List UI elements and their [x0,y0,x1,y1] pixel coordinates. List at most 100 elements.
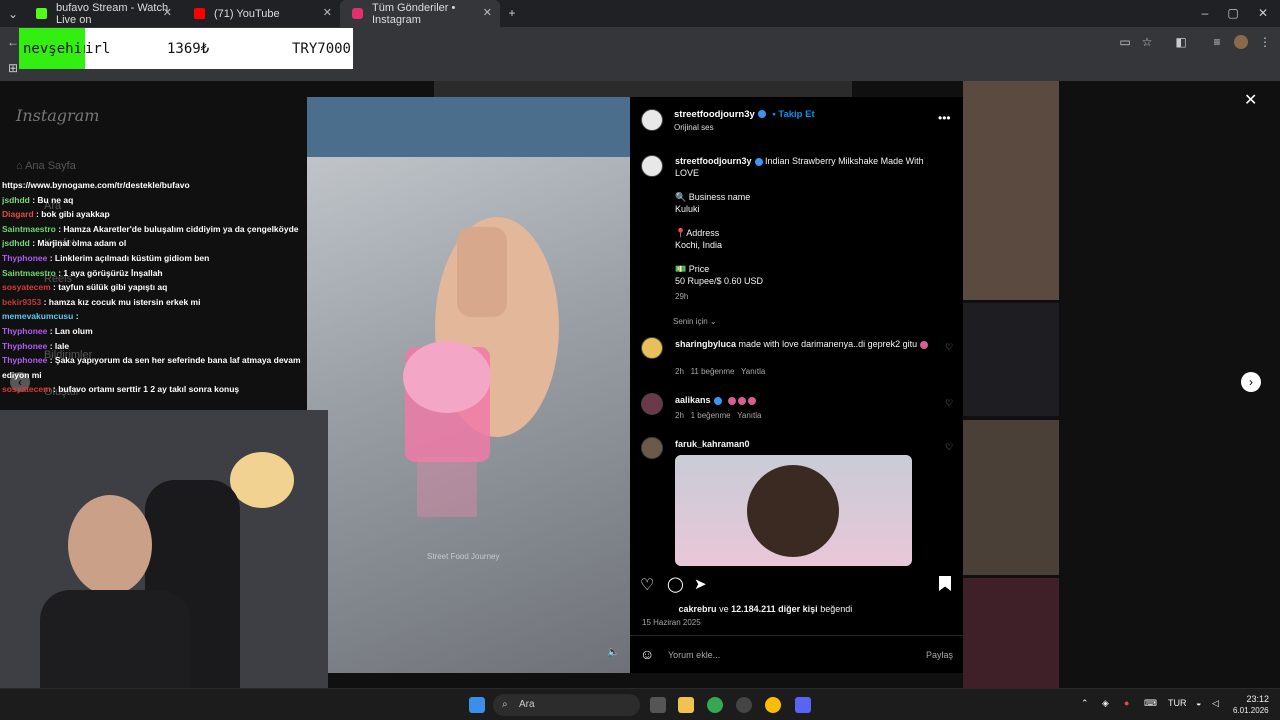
tab-list-icon[interactable]: ⌄ [6,7,20,21]
comment-avatar[interactable] [641,437,663,459]
comment-like-icon[interactable]: ♡ [945,398,953,409]
keyboard-icon[interactable]: ⌨ [1144,698,1157,709]
menu-icon[interactable]: ⋮ [1258,35,1272,49]
comment-icon[interactable]: ◯ [667,575,684,593]
language-indicator[interactable]: TUR [1168,698,1187,708]
obs-icon[interactable] [736,697,752,713]
stream-chat: https://www.bynogame.com/tr/destekle/buf… [2,178,302,397]
backdrop-thumbnail [963,420,1059,575]
file-explorer-icon[interactable] [678,697,694,713]
youtube-favicon-icon [194,8,205,19]
follow-button[interactable]: • Takip Et [772,109,814,120]
close-tab-icon[interactable]: ✕ [323,6,332,19]
tab-youtube[interactable]: (71) YouTube ✕ [182,0,340,27]
reading-list-icon[interactable]: ≡ [1210,35,1224,49]
close-icon[interactable]: ✕ [1244,90,1257,110]
minimize-icon[interactable]: – [1198,6,1212,20]
chat-username[interactable]: bekir9353 [2,297,41,307]
chat-username[interactable]: Diagard [2,209,34,219]
caption-avatar[interactable] [641,155,663,177]
like-icon[interactable]: ♡ [640,575,654,595]
mute-icon[interactable]: 🔈 [607,647,619,658]
business-label: 🔍 Business name [675,192,751,202]
next-post-button[interactable]: › [1241,372,1261,392]
chat-text: lale [54,340,70,351]
post-author[interactable]: streetfoodjourn3y • Takip Et [674,109,815,120]
chrome-icon[interactable] [765,697,781,713]
video-watermark: Street Food Journey [427,552,500,561]
chat-separator: : [41,296,49,307]
chat-separator: : [73,311,79,322]
profile-avatar[interactable] [1234,35,1248,49]
more-options-icon[interactable]: ••• [938,111,951,125]
chat-username[interactable]: Thyphonee [2,355,47,365]
chat-username[interactable]: Saintmaestro [2,268,56,278]
close-tab-icon[interactable]: ✕ [483,6,492,19]
chat-message: memevakumcusu : [2,309,302,324]
tab-label: bufavo Stream - Watch Live on [56,1,169,26]
chat-username[interactable]: Saintmaestro [2,224,56,234]
apps-grid-icon[interactable]: ⊞ [6,61,20,75]
task-view-icon[interactable] [650,697,666,713]
clock-time[interactable]: 23:12 [1233,694,1269,704]
taskbar-search[interactable]: ⌕ Ara [493,694,640,716]
start-icon[interactable] [469,697,485,713]
chat-text: hamza kız cocuk mu istersin erkek mi [48,296,201,307]
author-avatar[interactable] [641,109,663,131]
clock-date[interactable]: 6.01.2026 [1233,706,1269,715]
chat-message: Diagard : bok gibi ayakkap [2,207,302,222]
comment-like-icon[interactable]: ♡ [945,342,953,353]
chat-username[interactable]: memevakumcusu [2,311,73,321]
chat-username[interactable]: Thyphonee [2,253,47,263]
comment-input[interactable]: Yorum ekle... [668,650,720,660]
chat-username[interactable]: Thyphonee [2,341,47,351]
mic-icon[interactable]: ● [1124,698,1129,708]
reel-video[interactable]: Street Food Journey 🔈 [307,97,630,673]
chat-username[interactable]: Thyphonee [2,326,47,336]
donation-amount: 1369₺ [167,40,210,57]
tray-chevron-icon[interactable]: ⌃ [1081,698,1089,709]
chrome-icon[interactable] [707,697,723,713]
chat-text: Lan olum [54,325,93,336]
maximize-icon[interactable]: ▢ [1226,6,1240,20]
divider [630,635,963,636]
emoji-icon [748,396,757,405]
emoji-icon [919,340,928,349]
close-tab-icon[interactable]: ✕ [163,6,172,19]
comment-avatar[interactable] [641,393,663,415]
verified-icon [713,396,722,405]
audio-label[interactable]: Orijinal ses [674,123,714,132]
back-icon[interactable]: ← [6,35,20,49]
comment-like-icon[interactable]: ♡ [945,442,953,453]
chat-separator: : [47,325,55,336]
volume-icon[interactable]: ◁ [1212,698,1219,709]
discord-icon[interactable] [795,697,811,713]
new-tab-button[interactable]: + [505,6,519,20]
share-comment-button[interactable]: Paylaş [926,650,953,660]
comment-image[interactable] [675,455,912,566]
tab-instagram[interactable]: Tüm Gönderiler • Instagram ✕ [340,0,500,27]
chat-username[interactable]: sosyatecem [2,282,51,292]
chat-username[interactable]: jsdhdd [2,238,30,248]
network-tray-icon[interactable]: ◈ [1102,698,1109,709]
tab-kick[interactable]: bufavo Stream - Watch Live on ✕ [24,0,180,27]
address-value: Kochi, India [675,240,723,250]
chat-text: bufavo ortamı serttir 1 2 ay takıl sonra… [58,384,240,395]
sidebar-home[interactable]: ⌂ Ana Sayfa [16,160,76,172]
chat-username[interactable]: jsdhdd [2,195,30,205]
comment-avatar[interactable] [641,337,663,359]
bookmark-star-icon[interactable]: ☆ [1140,35,1154,49]
chat-text: Marjinal olma adam ol [37,238,127,249]
comment-sort[interactable]: Senin için ⌄ [673,317,717,326]
wifi-icon[interactable]: ◒ [1196,698,1201,708]
share-icon[interactable]: ➤ [694,575,707,593]
close-window-icon[interactable]: ✕ [1256,6,1270,20]
chat-username[interactable]: sosyatecem [2,384,51,394]
emoji-picker-icon[interactable]: ☺ [640,646,654,662]
liked-by: cakrebru ve 12.184.211 diğer kişi beğend… [678,604,853,614]
chat-message: jsdhdd : Bu ne aq [2,193,302,208]
chat-message: Thyphonee : Lan olum [2,324,302,339]
save-icon[interactable] [939,576,951,591]
extensions-icon[interactable]: ◧ [1174,35,1188,49]
cast-icon[interactable]: ▭ [1118,35,1132,49]
